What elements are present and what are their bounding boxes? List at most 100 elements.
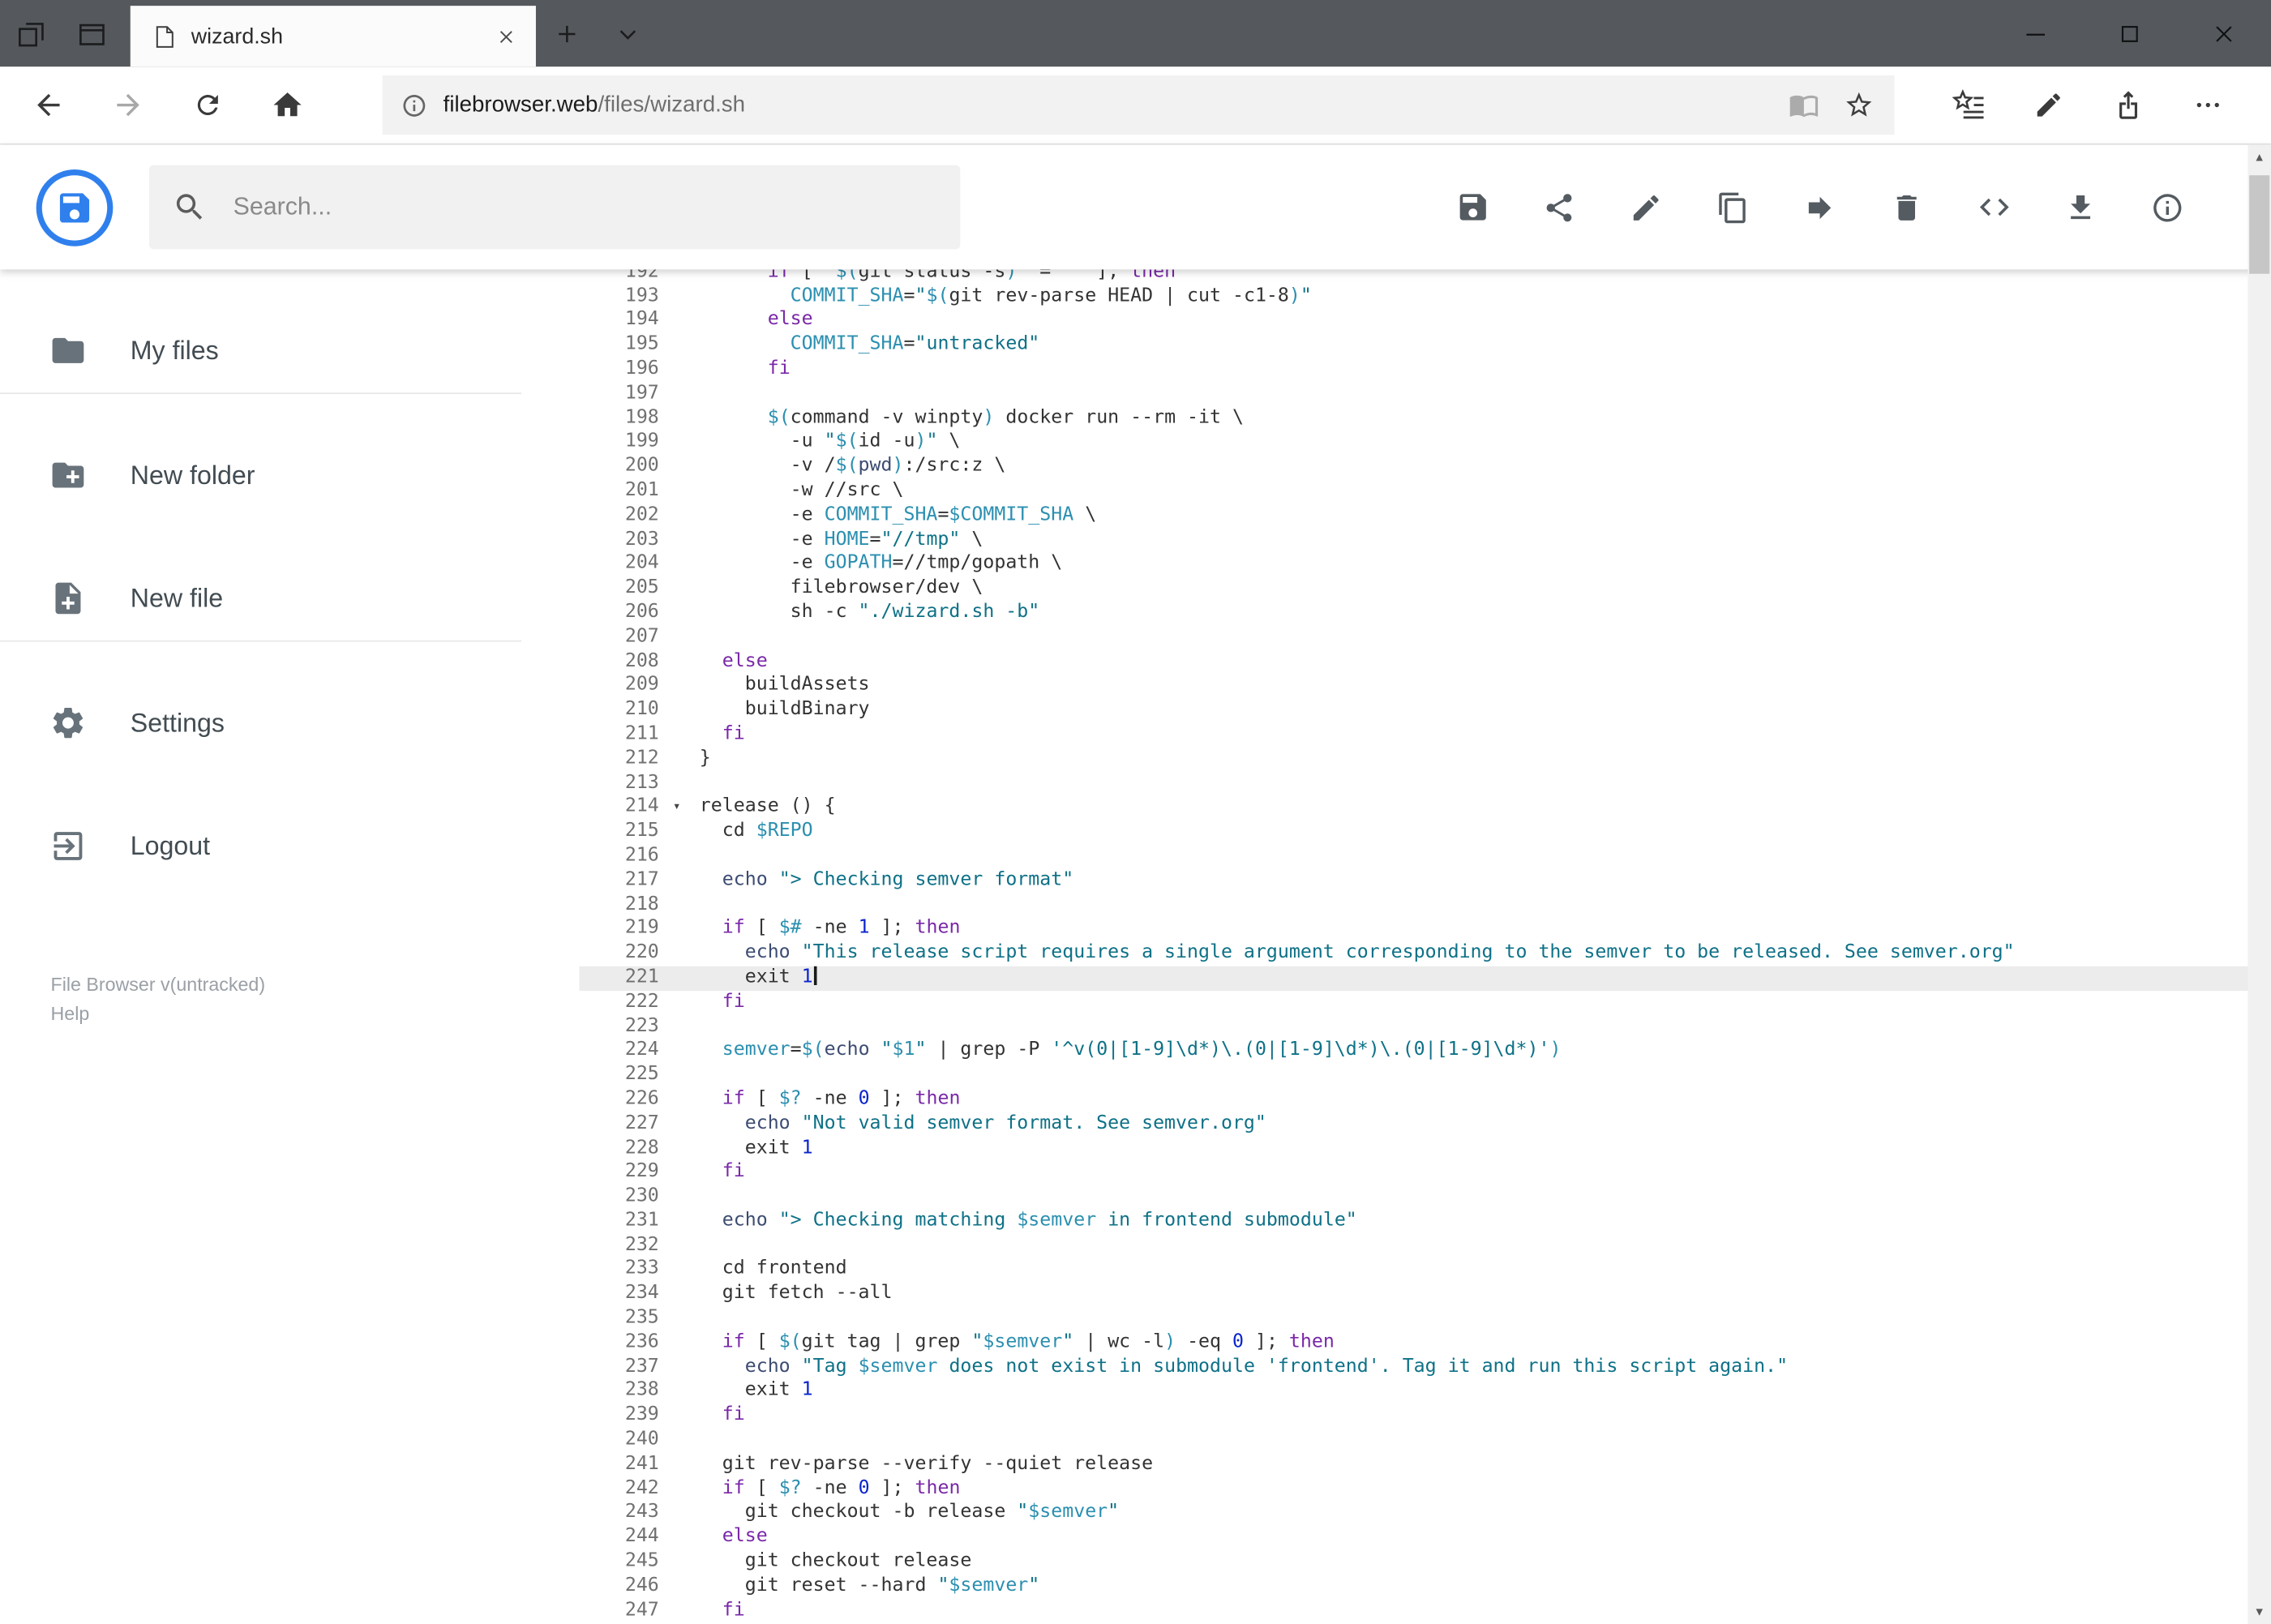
- code-row[interactable]: 212}: [580, 748, 2271, 772]
- share-file-button[interactable]: [1528, 176, 1591, 238]
- edit-button[interactable]: [1615, 176, 1678, 238]
- new-tab-button[interactable]: [536, 0, 597, 66]
- sidebar-item-settings[interactable]: Settings: [0, 681, 580, 765]
- page-scrollbar[interactable]: ▲ ▼: [2247, 144, 2271, 1624]
- code-row[interactable]: 241 git rev-parse --verify --quiet relea…: [580, 1453, 2271, 1477]
- code-row[interactable]: 233 cd frontend: [580, 1258, 2271, 1283]
- code-row[interactable]: 229 fi: [580, 1161, 2271, 1185]
- search-box[interactable]: [148, 165, 961, 250]
- code-row[interactable]: 223: [580, 1015, 2271, 1039]
- code-row[interactable]: 240: [580, 1429, 2271, 1453]
- refresh-button[interactable]: [174, 71, 240, 138]
- code-row[interactable]: 236 if [ $(git tag | grep "$semver" | wc…: [580, 1331, 2271, 1356]
- home-button[interactable]: [254, 71, 320, 138]
- code-row[interactable]: 207: [580, 625, 2271, 649]
- code-row[interactable]: 196 fi: [580, 358, 2271, 382]
- sidebar-item-new-folder[interactable]: New folder: [0, 433, 580, 517]
- sidebar-item-logout[interactable]: Logout: [0, 804, 580, 889]
- code-row[interactable]: 194 else: [580, 309, 2271, 333]
- code-row[interactable]: 231 echo "> Checking matching $semver in…: [580, 1210, 2271, 1234]
- code-row[interactable]: 201 -w //src \: [580, 479, 2271, 503]
- code-row[interactable]: 211 fi: [580, 723, 2271, 748]
- code-row[interactable]: 247 fi: [580, 1599, 2271, 1623]
- code-row[interactable]: 246 git reset --hard "$semver": [580, 1575, 2271, 1599]
- code-row[interactable]: 202 -e COMMIT_SHA=$COMMIT_SHA \: [580, 503, 2271, 528]
- code-row[interactable]: 204 -e GOPATH=//tmp/gopath \: [580, 552, 2271, 576]
- sidebar-item-new-file[interactable]: New file: [0, 556, 580, 641]
- code-row[interactable]: 193 COMMIT_SHA="$(git rev-parse HEAD | c…: [580, 285, 2271, 309]
- share-button[interactable]: [2094, 71, 2161, 138]
- code-row[interactable]: 224 semver=$(echo "$1" | grep -P '^v(0|[…: [580, 1039, 2271, 1064]
- info-button[interactable]: [2136, 176, 2199, 238]
- code-row[interactable]: 199 -u "$(id -u)" \: [580, 431, 2271, 455]
- code-row[interactable]: 242 if [ $? -ne 0 ]; then: [580, 1477, 2271, 1502]
- move-button[interactable]: [1789, 176, 1851, 238]
- scroll-thumb[interactable]: [2249, 175, 2270, 274]
- help-link[interactable]: Help: [51, 1000, 580, 1029]
- hub-favorites-button[interactable]: [1935, 71, 2002, 138]
- tab-close-button[interactable]: [486, 17, 524, 54]
- code-editor[interactable]: 192 if [ "$(git status -s)" = "" ]; then…: [579, 269, 2271, 1624]
- scroll-up-arrow[interactable]: ▲: [2247, 145, 2271, 169]
- minimize-button[interactable]: [1989, 0, 2083, 66]
- code-row[interactable]: 230: [580, 1185, 2271, 1210]
- scroll-down-arrow[interactable]: ▼: [2247, 1600, 2271, 1624]
- code-row[interactable]: 203 -e HOME="//tmp" \: [580, 528, 2271, 552]
- code-row[interactable]: 235: [580, 1307, 2271, 1331]
- more-menu-button[interactable]: [2174, 71, 2240, 138]
- code-row[interactable]: 210 buildBinary: [580, 699, 2271, 723]
- set-tabs-aside-button[interactable]: [0, 0, 61, 66]
- filebrowser-logo[interactable]: [36, 169, 114, 246]
- code-row[interactable]: 245 git checkout release: [580, 1550, 2271, 1575]
- code-row[interactable]: 244 else: [580, 1526, 2271, 1550]
- window-close-button[interactable]: [2177, 0, 2271, 66]
- forward-button[interactable]: [94, 71, 161, 138]
- code-row[interactable]: 234 git fetch --all: [580, 1283, 2271, 1307]
- code-row[interactable]: 205 filebrowser/dev \: [580, 576, 2271, 601]
- code-row[interactable]: 209 buildAssets: [580, 675, 2271, 699]
- code-row[interactable]: 217 echo "> Checking semver format": [580, 869, 2271, 893]
- tab-list-chevron-button[interactable]: [597, 0, 658, 66]
- code-row[interactable]: 192 if [ "$(git status -s)" = "" ]; then: [580, 269, 2271, 285]
- code-row[interactable]: 214 ▾ release () {: [580, 796, 2271, 821]
- code-row[interactable]: 228 exit 1: [580, 1137, 2271, 1161]
- browser-tab[interactable]: wizard.sh: [130, 6, 536, 67]
- search-input[interactable]: [230, 191, 937, 224]
- raw-code-button[interactable]: [1963, 176, 2025, 238]
- code-row[interactable]: 226 if [ $? -ne 0 ]; then: [580, 1088, 2271, 1112]
- code-row[interactable]: 219 if [ $# -ne 1 ]; then: [580, 918, 2271, 942]
- fold-toggle-icon[interactable]: ▾: [673, 796, 681, 821]
- code-row[interactable]: 220 echo "This release script requires a…: [580, 942, 2271, 966]
- add-favorite-button[interactable]: [1831, 78, 1886, 133]
- code-row[interactable]: 227 echo "Not valid semver format. See s…: [580, 1112, 2271, 1137]
- code-row[interactable]: 208 else: [580, 649, 2271, 674]
- maximize-button[interactable]: [2083, 0, 2177, 66]
- code-row[interactable]: 195 COMMIT_SHA="untracked": [580, 333, 2271, 358]
- tab-preview-button[interactable]: [61, 0, 122, 66]
- save-button[interactable]: [1441, 176, 1503, 238]
- code-row[interactable]: 216: [580, 845, 2271, 869]
- code-row[interactable]: 200 -v /$(pwd):/src:z \: [580, 455, 2271, 479]
- site-info-icon[interactable]: [401, 92, 427, 118]
- sidebar-item-my-files[interactable]: My files: [0, 309, 580, 393]
- code-row[interactable]: 232: [580, 1234, 2271, 1258]
- code-row[interactable]: 221 exit 1: [579, 966, 2271, 991]
- code-row[interactable]: 215 cd $REPO: [580, 821, 2271, 845]
- code-row[interactable]: 238 exit 1: [580, 1380, 2271, 1404]
- code-row[interactable]: 237 echo "Tag $semver does not exist in …: [580, 1356, 2271, 1380]
- reading-view-button[interactable]: [1776, 78, 1831, 133]
- download-button[interactable]: [2050, 176, 2112, 238]
- code-row[interactable]: 213: [580, 772, 2271, 796]
- code-row[interactable]: 225: [580, 1064, 2271, 1088]
- code-row[interactable]: 222 fi: [580, 991, 2271, 1015]
- code-row[interactable]: 197: [580, 382, 2271, 406]
- copy-button[interactable]: [1702, 176, 1764, 238]
- address-bar[interactable]: filebrowser.web/files/wizard.sh: [382, 75, 1895, 135]
- code-row[interactable]: 239 fi: [580, 1404, 2271, 1429]
- code-row[interactable]: 198 $(command -v winpty) docker run --rm…: [580, 406, 2271, 431]
- code-row[interactable]: 218: [580, 893, 2271, 918]
- web-note-button[interactable]: [2015, 71, 2081, 138]
- back-button[interactable]: [15, 71, 81, 138]
- code-row[interactable]: 206 sh -c "./wizard.sh -b": [580, 601, 2271, 625]
- code-row[interactable]: 243 git checkout -b release "$semver": [580, 1502, 2271, 1526]
